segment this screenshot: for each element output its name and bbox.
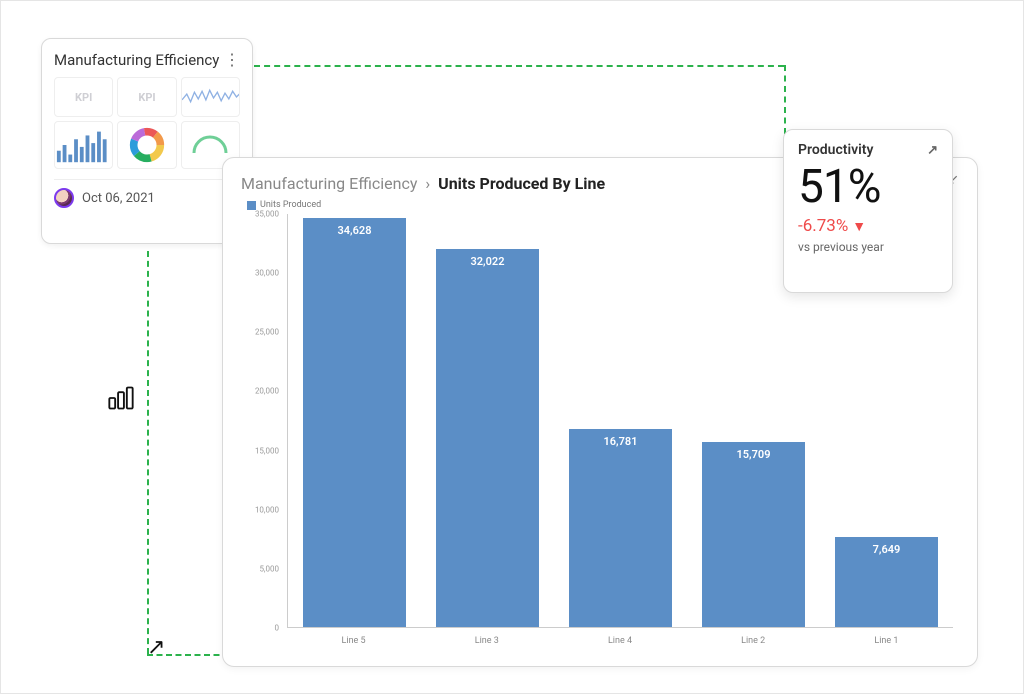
x-tick-label: Line 4: [553, 636, 686, 646]
y-tick-label: 30,000: [255, 269, 279, 278]
productivity-value: 51%: [798, 160, 938, 214]
x-axis: Line 5Line 3Line 4Line 2Line 1: [287, 632, 953, 652]
avatar: [54, 188, 74, 208]
sparkline-tile: [181, 77, 240, 117]
bar-value-label: 16,781: [569, 435, 673, 448]
dashboard-title: Manufacturing Efficiency: [54, 51, 219, 69]
x-tick-label: Line 5: [287, 636, 420, 646]
x-tick-label: Line 2: [687, 636, 820, 646]
dashboard-thumbnails: KPI KPI: [54, 77, 240, 169]
bar[interactable]: 7,649: [835, 537, 939, 627]
expand-icon[interactable]: ↗: [927, 143, 938, 158]
down-triangle-icon: ▼: [852, 218, 866, 235]
chevron-right-icon: ›: [425, 174, 430, 193]
breadcrumb-parent[interactable]: Manufacturing Efficiency: [241, 174, 417, 193]
bar[interactable]: 34,628: [303, 218, 407, 627]
dashboard-date: Oct 06, 2021: [82, 191, 155, 206]
bar-value-label: 34,628: [303, 224, 407, 237]
x-tick-label: Line 3: [420, 636, 553, 646]
kpi-tile: KPI: [117, 77, 176, 117]
arrow-up-right-icon: ↗: [147, 635, 165, 660]
kpi-tile: KPI: [54, 77, 113, 117]
y-tick-label: 10,000: [255, 505, 279, 514]
kebab-menu-icon[interactable]: ⋮: [224, 52, 240, 68]
productivity-title: Productivity: [798, 142, 873, 158]
bar[interactable]: 16,781: [569, 429, 673, 627]
y-tick-label: 0: [275, 624, 280, 633]
breadcrumb: Manufacturing Efficiency › Units Produce…: [241, 174, 605, 193]
connector-line: [147, 251, 149, 654]
y-tick-label: 25,000: [255, 328, 279, 337]
connector-line: [254, 65, 784, 67]
donut-chart-tile: [117, 121, 176, 169]
productivity-card[interactable]: Productivity ↗ 51% -6.73% ▼ vs previous …: [783, 129, 953, 293]
y-tick-label: 20,000: [255, 387, 279, 396]
bar[interactable]: 15,709: [702, 442, 806, 627]
productivity-subtitle: vs previous year: [798, 240, 938, 254]
y-axis: 05,00010,00015,00020,00025,00030,00035,0…: [247, 214, 283, 628]
y-tick-label: 5,000: [259, 564, 279, 573]
legend-label: Units Produced: [260, 200, 321, 210]
breadcrumb-current: Units Produced By Line: [438, 174, 605, 193]
stage: ↗ Manufacturing Efficiency ⋮ KPI KPI: [0, 0, 1024, 694]
mini-bar-tile: [54, 121, 113, 169]
y-tick-label: 15,000: [255, 446, 279, 455]
chart-legend: Units Produced: [247, 200, 321, 210]
bar-value-label: 7,649: [835, 543, 939, 556]
productivity-delta: -6.73% ▼: [798, 216, 938, 236]
bar-value-label: 15,709: [702, 448, 806, 461]
bar-value-label: 32,022: [436, 255, 540, 268]
bar-chart-icon: [107, 384, 135, 412]
legend-swatch: [247, 201, 256, 210]
y-tick-label: 35,000: [255, 210, 279, 219]
bar[interactable]: 32,022: [436, 249, 540, 627]
x-tick-label: Line 1: [820, 636, 953, 646]
